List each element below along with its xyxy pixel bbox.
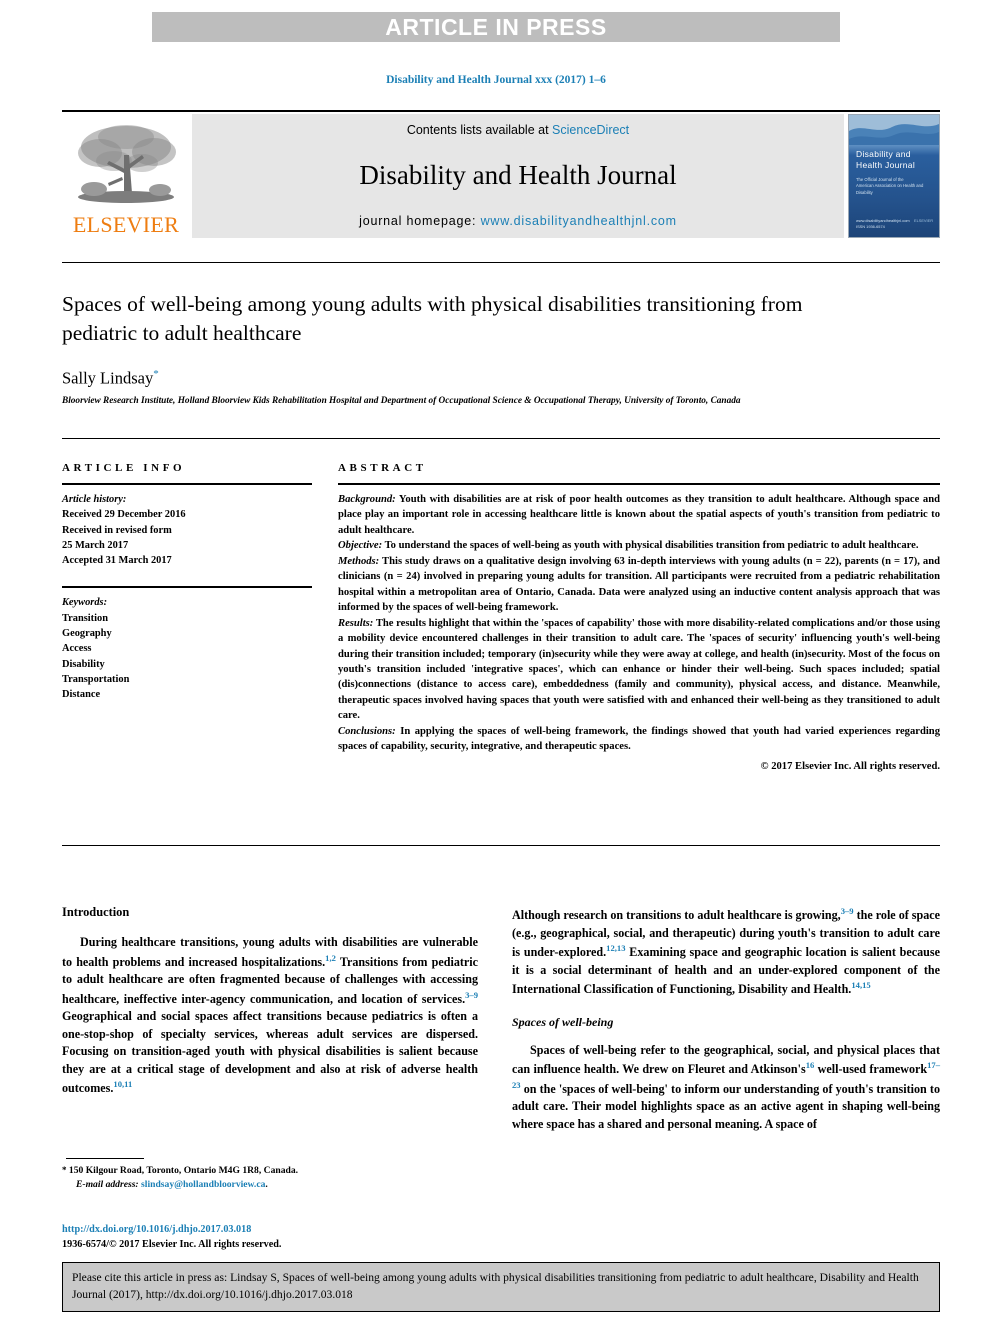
elsevier-wordmark: ELSEVIER — [72, 212, 180, 237]
intro-paragraph: During healthcare transitions, young adu… — [62, 934, 478, 1098]
abstract-body: Background: Youth with disabilities are … — [338, 492, 940, 774]
abstract-heading: ABSTRACT — [338, 462, 427, 474]
issn-copyright: 1936-6574/© 2017 Elsevier Inc. All right… — [62, 1239, 282, 1251]
abstract-section-label: Methods: — [338, 555, 380, 567]
keyword-item: Geography — [62, 628, 112, 640]
article-history-block: Article history: Received 29 December 20… — [62, 492, 312, 568]
abstract-section-label: Conclusions: — [338, 725, 396, 737]
journal-cover-thumbnail: Disability and Health Journal The Offici… — [848, 114, 940, 238]
right-paragraph-2: Spaces of well-being refer to the geogra… — [512, 1042, 940, 1134]
elsevier-logo: ELSEVIER — [62, 114, 190, 238]
abstract-section-text: In applying the spaces of well-being fra… — [338, 725, 940, 753]
contents-label: Contents lists available at — [406, 123, 549, 137]
body-left-column: Introduction During healthcare transitio… — [62, 905, 478, 1108]
abstract-top-rule — [62, 438, 940, 439]
cover-footer-publisher: ELSEVIER — [913, 217, 933, 223]
abstract-copyright: © 2017 Elsevier Inc. All rights reserved… — [760, 760, 940, 772]
citation-ref[interactable]: 14,15 — [851, 980, 870, 990]
sciencedirect-link[interactable]: ScienceDirect — [552, 123, 629, 137]
cover-title: Disability and Health Journal — [856, 149, 916, 171]
body-top-rule — [62, 845, 940, 846]
history-item: 25 March 2017 — [62, 539, 129, 551]
email-label: E-mail address: — [76, 1179, 139, 1191]
citation-ref[interactable]: 3–9 — [841, 906, 854, 916]
citation-ref[interactable]: 10,11 — [113, 1079, 132, 1089]
email-suffix: . — [265, 1179, 268, 1191]
journal-title: Disability and Health Journal — [359, 160, 677, 190]
article-info-rule — [62, 483, 312, 485]
subsection-heading: Spaces of well-being — [512, 1014, 614, 1029]
keyword-item: Access — [62, 643, 92, 655]
keyword-item: Transportation — [62, 673, 130, 685]
right2-text-b: well-used framework — [814, 1062, 928, 1077]
abstract-section-label: Results: — [338, 617, 374, 629]
contents-line: Contents lists available at ScienceDirec… — [407, 123, 629, 137]
journal-homepage-line: journal homepage: www.disabilityandhealt… — [359, 214, 677, 228]
cover-footer-url: www.disabilityandhealthjnl.com — [856, 217, 910, 223]
citation-ref[interactable]: 1,2 — [325, 953, 336, 963]
history-item: Received in revised form — [62, 524, 172, 536]
author-affiliation: Bloorview Research Institute, Holland Bl… — [62, 396, 741, 406]
masthead-center-panel: Contents lists available at ScienceDirec… — [192, 114, 844, 238]
keyword-item: Transition — [62, 612, 108, 624]
abstract-column: ABSTRACT Background: Youth with disabili… — [338, 462, 940, 774]
article-page: ARTICLE IN PRESS Disability and Health J… — [0, 0, 992, 1323]
author-line: Sally Lindsay* — [62, 368, 862, 389]
page-title: Spaces of well-being among young adults … — [62, 292, 803, 345]
author-name: Sally Lindsay — [62, 368, 154, 388]
abstract-section: Conclusions: In applying the spaces of w… — [338, 724, 940, 755]
abstract-section-label: Background: — [338, 494, 396, 505]
abstract-section-text: To understand the spaces of well-being a… — [382, 540, 919, 552]
abstract-section-text: This study draws on a qualitative design… — [338, 555, 940, 614]
article-info-column: ARTICLE INFO Article history: Received 2… — [62, 462, 312, 703]
abstract-section: Objective: To understand the spaces of w… — [338, 538, 940, 553]
introduction-heading: Introduction — [62, 905, 130, 919]
keyword-item: Disability — [62, 658, 105, 670]
keywords-label: Keywords: — [62, 597, 108, 609]
history-item: Received 29 December 2016 — [62, 509, 186, 521]
article-history-label: Article history: — [62, 494, 127, 505]
journal-reference-line: Disability and Health Journal xxx (2017)… — [386, 74, 606, 86]
keywords-block: Keywords: Transition Geography Access Di… — [62, 595, 312, 702]
keyword-item: Distance — [62, 689, 101, 701]
cover-footer: ELSEVIER www.disabilityandhealthjnl.com … — [856, 218, 933, 231]
abstract-section: Background: Youth with disabilities are … — [338, 492, 940, 538]
abstract-section-text: Youth with disabilities are at risk of p… — [338, 494, 940, 536]
abstract-section-label: Objective: — [338, 540, 383, 552]
cover-subtitle: The Official Journal of the American Ass… — [856, 177, 924, 195]
footnote-marker: * — [62, 1165, 67, 1175]
right-paragraph-1: Although research on transitions to adul… — [512, 905, 940, 999]
abstract-rule — [338, 483, 940, 485]
history-item: Accepted 31 March 2017 — [62, 555, 172, 567]
article-in-press-banner: ARTICLE IN PRESS — [152, 12, 840, 42]
abstract-section: Methods: This study draws on a qualitati… — [338, 554, 940, 616]
body-right-column: Although research on transitions to adul… — [512, 905, 940, 1143]
article-in-press-label: ARTICLE IN PRESS — [385, 13, 607, 40]
cite-this-article-text: Please cite this article in press as: Li… — [72, 1271, 919, 1301]
doi-block: http://dx.doi.org/10.1016/j.dhjo.2017.03… — [62, 1222, 492, 1253]
citation-ref[interactable]: 3–9 — [465, 990, 478, 1000]
article-info-heading: ARTICLE INFO — [62, 462, 186, 474]
citation-ref[interactable]: 12,13 — [606, 943, 625, 953]
abstract-section: Results: The results highlight that with… — [338, 616, 940, 724]
homepage-label: journal homepage: — [359, 214, 477, 228]
cover-wave-graphic — [849, 115, 939, 145]
title-divider-rule — [62, 262, 940, 263]
cover-issn: ISSN 1936-6574 — [856, 223, 885, 229]
journal-masthead: ELSEVIER Contents lists available at Sci… — [62, 110, 940, 238]
right2-text-c: on the 'spaces of well-being' to inform … — [512, 1081, 940, 1131]
footnote-rule — [66, 1158, 144, 1159]
abstract-section-text: The results highlight that within the 's… — [338, 617, 940, 722]
homepage-url-link[interactable]: www.disabilityandhealthjnl.com — [481, 214, 677, 228]
footnote-address: 150 Kilgour Road, Toronto, Ontario M4G 1… — [68, 1165, 299, 1176]
keywords-rule — [62, 586, 312, 589]
right-text-a: Although research on transitions to adul… — [512, 908, 841, 923]
cite-this-article-box: Please cite this article in press as: Li… — [62, 1262, 940, 1312]
doi-link[interactable]: http://dx.doi.org/10.1016/j.dhjo.2017.03… — [62, 1222, 492, 1237]
elsevier-tree-icon — [78, 125, 176, 203]
email-link[interactable]: slindsay@hollandbloorview.ca — [141, 1179, 265, 1190]
corresponding-author-marker: * — [153, 368, 159, 380]
corresponding-author-footnote: * 150 Kilgour Road, Toronto, Ontario M4G… — [62, 1164, 482, 1193]
